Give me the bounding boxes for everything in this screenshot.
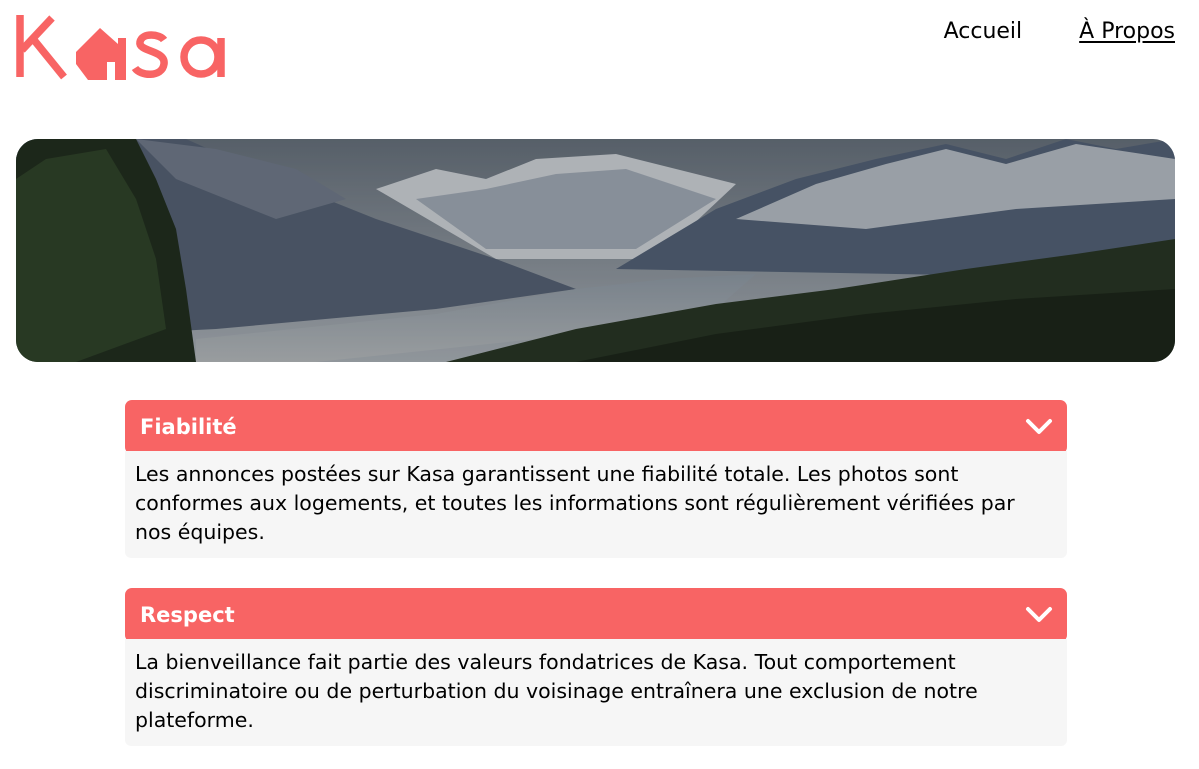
- collapse-header-fiabilite[interactable]: Fiabilité: [125, 400, 1067, 454]
- chevron-down-icon[interactable]: [1025, 417, 1053, 437]
- nav-link-a-propos[interactable]: À Propos: [1079, 17, 1175, 47]
- collapse-fiabilite: Fiabilité Les annonces postées sur Kasa …: [125, 400, 1067, 558]
- collapse-content: La bienveillance fait partie des valeurs…: [125, 639, 1067, 746]
- collapse-title: Fiabilité: [140, 415, 237, 439]
- banner-image: [16, 139, 1175, 362]
- chevron-down-icon[interactable]: [1025, 605, 1053, 625]
- main-nav: Accueil À Propos: [944, 17, 1175, 47]
- collapse-respect: Respect La bienveillance fait partie des…: [125, 588, 1067, 746]
- nav-link-accueil[interactable]: Accueil: [944, 17, 1023, 47]
- about-page: Accueil À Propos Fiabilité Les annonces …: [0, 0, 1199, 769]
- collapse-content: Les annonces postées sur Kasa garantisse…: [125, 451, 1067, 558]
- collapse-header-respect[interactable]: Respect: [125, 588, 1067, 642]
- collapse-title: Respect: [140, 603, 235, 627]
- kasa-logo[interactable]: [14, 10, 230, 84]
- mountain-landscape-image: [16, 139, 1175, 362]
